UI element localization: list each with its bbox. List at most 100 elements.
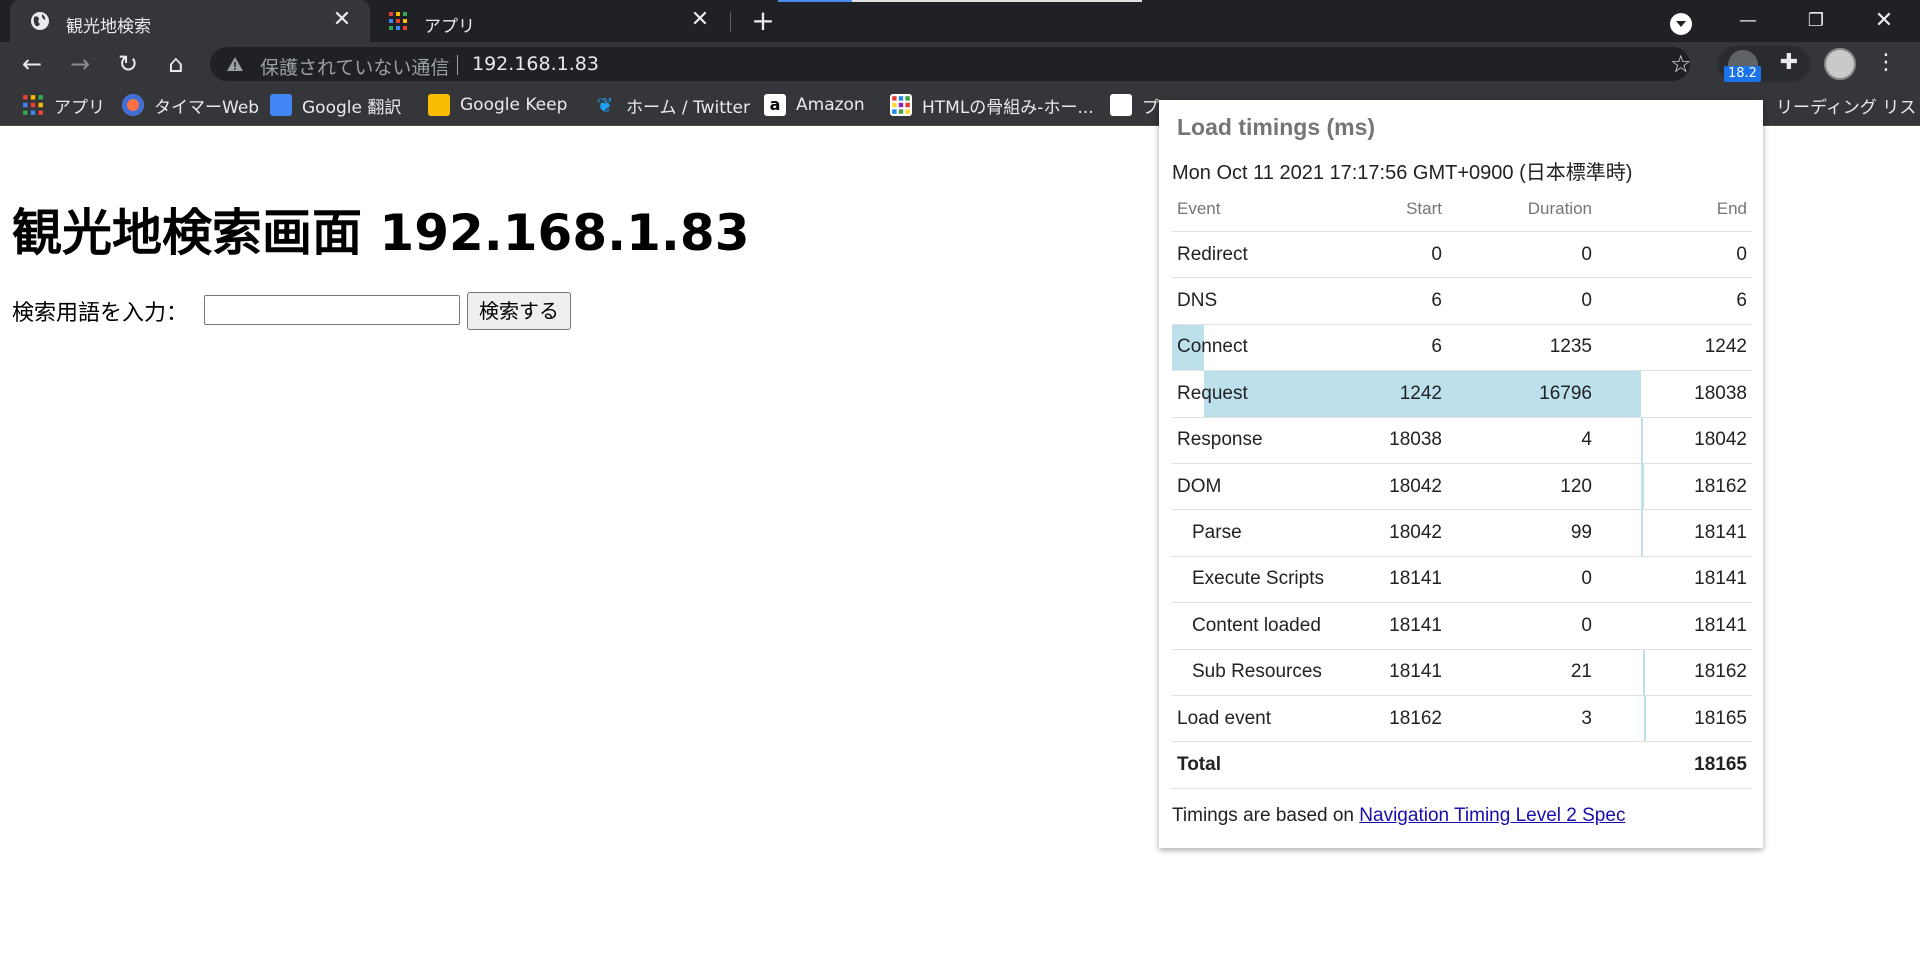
bookmark-apps[interactable]: アプリ: [22, 93, 105, 118]
start-cell: 18038: [1389, 429, 1442, 451]
tab-close-icon[interactable]: ✕: [332, 9, 352, 31]
bookmark-timer-web[interactable]: タイマーWeb: [122, 93, 260, 118]
loading-indicator: [778, 0, 852, 2]
table-row: Parse 18042 99 18141: [1172, 510, 1752, 557]
bookmark-amazon[interactable]: a Amazon: [764, 93, 865, 117]
tab-close-icon[interactable]: ✕: [690, 9, 710, 31]
event-cell: Request: [1177, 382, 1248, 404]
bookmark-google-keep[interactable]: Google Keep: [428, 93, 567, 117]
twitter-icon: ❦: [596, 93, 614, 117]
bookmark-label: プ: [1142, 97, 1159, 118]
end-cell: 18042: [1694, 429, 1747, 451]
security-status: 保護されていない通信: [260, 57, 450, 79]
profile-avatar[interactable]: [1824, 48, 1856, 80]
popup-footer: Timings are based on Navigation Timing L…: [1172, 805, 1625, 827]
browser-toolbar: ← → ↻ ⌂ 保護されていない通信 192.168.1.83 ☆ 18.2 ✚…: [0, 42, 1920, 84]
start-cell: 0: [1431, 243, 1442, 265]
spec-link[interactable]: Navigation Timing Level 2 Spec: [1359, 805, 1625, 826]
total-label: Total: [1177, 753, 1221, 775]
footer-text: Timings are based on: [1172, 805, 1360, 826]
extension-badge: 18.2: [1724, 66, 1761, 82]
header-event: Event: [1177, 198, 1221, 218]
end-cell: 18165: [1694, 707, 1747, 729]
duration-cell: 0: [1581, 290, 1592, 312]
search-label: 検索用語を入力：: [12, 301, 189, 326]
popup-timestamp: Mon Oct 11 2021 17:17:56 GMT+0900 (日本標準時…: [1172, 162, 1633, 184]
popup-title: Load timings (ms): [1177, 114, 1376, 140]
bookmark-twitter[interactable]: ❦ ホーム / Twitter: [594, 93, 750, 118]
home-icon[interactable]: ⌂: [160, 48, 192, 80]
restore-icon[interactable]: ❐: [1796, 6, 1836, 36]
end-cell: 0: [1736, 243, 1747, 265]
start-cell: 1242: [1399, 382, 1442, 404]
table-row: Sub Resources 18141 21 18162: [1172, 649, 1752, 696]
back-arrow-icon[interactable]: ←: [16, 48, 48, 80]
end-cell: 18162: [1694, 475, 1747, 497]
google-keep-icon: [428, 94, 450, 116]
event-cell: Sub Resources: [1192, 661, 1322, 683]
minimize-icon[interactable]: —: [1728, 6, 1768, 36]
apps-grid-icon: [23, 95, 43, 115]
timeline-bar: [1640, 417, 1643, 463]
search-input[interactable]: [204, 295, 460, 325]
forward-arrow-icon[interactable]: →: [64, 48, 96, 80]
duration-cell: 99: [1570, 522, 1592, 544]
table-row: DNS 6 0 6: [1172, 278, 1752, 325]
load-timings-popup: Load timings (ms) Mon Oct 11 2021 17:17:…: [1159, 100, 1763, 848]
tab-active[interactable]: 観光地検索 ✕: [10, 0, 370, 42]
tab-title: アプリ: [424, 17, 475, 37]
bookmark-google-translate[interactable]: Google 翻訳: [270, 93, 402, 118]
extensions-puzzle-icon[interactable]: ✚: [1776, 50, 1802, 76]
event-cell: Content loaded: [1192, 614, 1321, 636]
reload-icon[interactable]: ↻: [112, 48, 144, 80]
tab-separator: [730, 12, 731, 32]
bookmark-star-icon[interactable]: ☆: [1670, 50, 1692, 78]
playstation-icon: [1110, 94, 1132, 116]
bookmark-label: Google 翻訳: [302, 97, 402, 118]
event-cell: Execute Scripts: [1192, 568, 1324, 590]
table-row: Response 18038 4 18042: [1172, 417, 1752, 464]
reading-list-label: リーディング リスト: [1776, 97, 1920, 118]
url-text[interactable]: 192.168.1.83: [472, 53, 599, 75]
start-cell: 18141: [1389, 614, 1442, 636]
window-close-icon[interactable]: ✕: [1864, 6, 1904, 36]
start-cell: 6: [1431, 336, 1442, 358]
bookmark-label: Amazon: [796, 95, 865, 115]
omnibox-divider: [457, 55, 458, 75]
table-row: Execute Scripts 18141 0 18141: [1172, 557, 1752, 604]
bookmark-label: HTMLの骨組み-ホー...: [922, 97, 1094, 118]
end-cell: 18162: [1694, 661, 1747, 683]
start-cell: 18042: [1389, 475, 1442, 497]
timing-rows: Redirect 0 0 0 DNS 6 0 6 Connect 6 1235 1242 Request…: [1172, 232, 1752, 743]
duration-cell: 120: [1560, 475, 1592, 497]
google-translate-icon: [270, 94, 292, 116]
table-header: Event Start Duration End: [1172, 186, 1752, 232]
bookmark-label: アプリ: [54, 97, 105, 118]
table-row: DOM 18042 120 18162: [1172, 463, 1752, 511]
event-cell: Connect: [1177, 336, 1248, 358]
event-cell: Load event: [1177, 707, 1272, 729]
new-tab-plus-icon[interactable]: +: [748, 7, 778, 36]
warning-icon[interactable]: [226, 55, 244, 73]
address-bar[interactable]: 保護されていない通信 192.168.1.83 ☆: [210, 47, 1692, 81]
reading-list[interactable]: リーディング リスト: [1776, 93, 1920, 118]
tab-inactive[interactable]: アプリ ✕: [372, 0, 728, 42]
duration-cell: 4: [1581, 429, 1592, 451]
loading-track: [852, 0, 1142, 2]
bookmark-playstation[interactable]: プ: [1110, 93, 1159, 118]
more-menu-icon[interactable]: ⋮: [1872, 48, 1900, 80]
bookmark-label: タイマーWeb: [154, 97, 260, 118]
end-cell: 18038: [1694, 382, 1747, 404]
start-cell: 6: [1431, 290, 1442, 312]
total-row: Total 18165: [1172, 742, 1752, 789]
table-row: Request 1242 16796 18038: [1172, 371, 1752, 418]
bookmark-html[interactable]: HTMLの骨組み-ホー...: [890, 93, 1094, 118]
header-end: End: [1716, 198, 1747, 218]
bookmark-label: Google Keep: [460, 95, 568, 115]
duration-cell: 16796: [1539, 382, 1592, 404]
tab-search-icon[interactable]: [1670, 13, 1692, 35]
event-cell: Response: [1177, 429, 1263, 451]
search-button[interactable]: 検索する: [467, 292, 571, 330]
header-duration: Duration: [1527, 198, 1592, 218]
end-cell: 6: [1736, 290, 1747, 312]
